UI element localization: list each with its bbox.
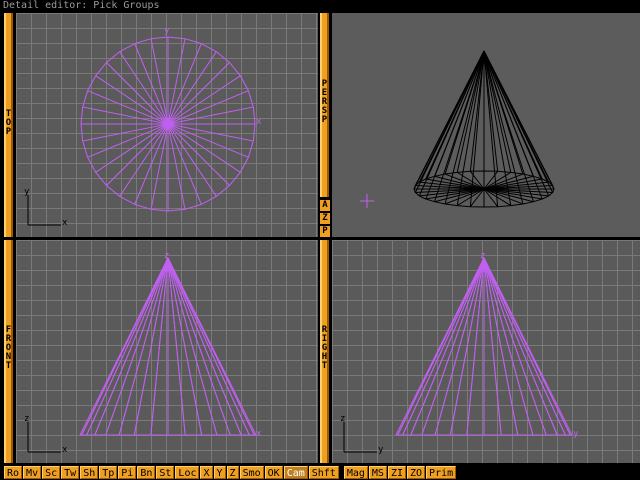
cone-edge bbox=[81, 257, 169, 436]
front-view-wireframe bbox=[27, 257, 257, 453]
cone-edge bbox=[133, 257, 169, 436]
toolbar-button-sc[interactable]: Sc bbox=[42, 465, 61, 479]
cone-edge bbox=[466, 257, 485, 436]
toolbar-button-zi[interactable]: ZI bbox=[387, 465, 406, 479]
cone-spoke bbox=[106, 123, 169, 186]
toolbar-button-mag[interactable]: Mag bbox=[343, 465, 368, 479]
top-axis-h-label: x bbox=[62, 218, 68, 228]
cone-edge bbox=[94, 257, 169, 436]
toolbar-button-bn[interactable]: Bn bbox=[137, 465, 156, 479]
persp-p-button[interactable]: P bbox=[320, 225, 330, 237]
toolbar-button-tw[interactable]: Tw bbox=[61, 465, 80, 479]
cone-edge bbox=[105, 257, 169, 436]
cone-edge bbox=[118, 257, 169, 436]
top-marker-y: y bbox=[164, 26, 170, 36]
cone-edge bbox=[167, 257, 186, 436]
cone-edge bbox=[167, 257, 255, 436]
persp-z-button[interactable]: Z bbox=[320, 212, 330, 224]
toolbar-button-shft[interactable]: Shft bbox=[308, 465, 339, 479]
persp-a-button[interactable]: A bbox=[320, 199, 330, 211]
toolbar-button-cam[interactable]: Cam bbox=[283, 465, 308, 479]
cone-spoke bbox=[167, 123, 230, 186]
cone-edge bbox=[434, 257, 485, 436]
cone-spoke bbox=[106, 62, 169, 125]
toolbar-button-prim[interactable]: Prim bbox=[426, 465, 457, 479]
cone-edge bbox=[86, 257, 169, 436]
window-title: Detail editor: Pick Groups bbox=[0, 0, 640, 12]
cone-edge bbox=[425, 50, 485, 180]
front-marker-z: z bbox=[164, 251, 170, 261]
front-marker-x: x bbox=[256, 429, 262, 439]
front-axis-v-label: z bbox=[24, 414, 30, 424]
cone-edge bbox=[397, 257, 485, 436]
toolbar-button-ms[interactable]: MS bbox=[368, 465, 387, 479]
cone-edge bbox=[483, 257, 571, 436]
cone-edge bbox=[167, 257, 250, 436]
viewport-label-top: T O P bbox=[5, 109, 12, 137]
toolbar-button-x[interactable]: X bbox=[200, 465, 213, 479]
cone-edge bbox=[483, 257, 566, 436]
right-marker-y: y bbox=[573, 429, 579, 439]
persp-view-wireframe bbox=[360, 50, 555, 208]
right-marker-z: z bbox=[480, 251, 486, 261]
cone-edge bbox=[410, 257, 485, 436]
cone-edge bbox=[421, 257, 485, 436]
toolbar-button-tp[interactable]: Tp bbox=[99, 465, 118, 479]
toolbar-button-ro[interactable]: Ro bbox=[4, 465, 23, 479]
toolbar-button-st[interactable]: St bbox=[156, 465, 175, 479]
toolbar-button-smo[interactable]: Smo bbox=[239, 465, 264, 479]
viewport-top[interactable]: y x y x bbox=[16, 13, 318, 237]
cone-edge bbox=[483, 50, 512, 206]
viewport-divider-v bbox=[318, 13, 320, 464]
right-view-wireframe bbox=[343, 257, 573, 453]
cone-edge bbox=[167, 257, 231, 436]
cone-edge bbox=[167, 257, 242, 436]
bottom-toolbar: Ro Mv Sc Tw Sh Tp Pi Bn St Loc X Y Z Smo OK Cam Shft Mag M… bbox=[0, 464, 640, 480]
cone-spoke bbox=[167, 62, 230, 125]
top-marker-x: x bbox=[256, 117, 262, 127]
front-axis-h-label: x bbox=[62, 445, 68, 455]
cone-edge bbox=[167, 257, 218, 436]
toolbar-button-sh[interactable]: Sh bbox=[80, 465, 99, 479]
top-axis-v-label: y bbox=[24, 187, 30, 197]
right-axis-h-label: y bbox=[378, 445, 384, 455]
cone-edge bbox=[167, 257, 203, 436]
cone-edge bbox=[483, 257, 502, 436]
viewport-label-front: F R O N T bbox=[5, 325, 12, 371]
viewport-persp[interactable] bbox=[332, 13, 640, 237]
toolbar-button-mv[interactable]: Mv bbox=[23, 465, 42, 479]
cone-edge bbox=[483, 257, 534, 436]
toolbar-button-z[interactable]: Z bbox=[226, 465, 239, 479]
cone-edge bbox=[483, 50, 543, 180]
cone-edge bbox=[483, 257, 519, 436]
cone-edge bbox=[456, 50, 485, 206]
cone-edge bbox=[483, 257, 547, 436]
toolbar-button-ok[interactable]: OK bbox=[264, 465, 283, 479]
viewport-label-right: R I G H T bbox=[321, 325, 328, 371]
cone-edge bbox=[483, 257, 558, 436]
cone-edge bbox=[483, 50, 512, 173]
cone-edge bbox=[456, 50, 485, 173]
right-axis-v-label: z bbox=[340, 414, 346, 424]
top-view-wireframe bbox=[27, 36, 256, 226]
cone-edge bbox=[449, 257, 485, 436]
toolbar-button-zo[interactable]: ZO bbox=[407, 465, 426, 479]
toolbar-button-pi[interactable]: Pi bbox=[118, 465, 137, 479]
cone-edge bbox=[150, 257, 169, 436]
toolbar-button-y[interactable]: Y bbox=[213, 465, 226, 479]
viewport-front[interactable]: z x z x bbox=[16, 240, 318, 463]
viewport-label-persp: P E R S P bbox=[321, 79, 328, 125]
viewport-right[interactable]: z y z y bbox=[332, 240, 640, 463]
toolbar-button-loc[interactable]: Loc bbox=[175, 465, 200, 479]
cone-edge bbox=[402, 257, 485, 436]
